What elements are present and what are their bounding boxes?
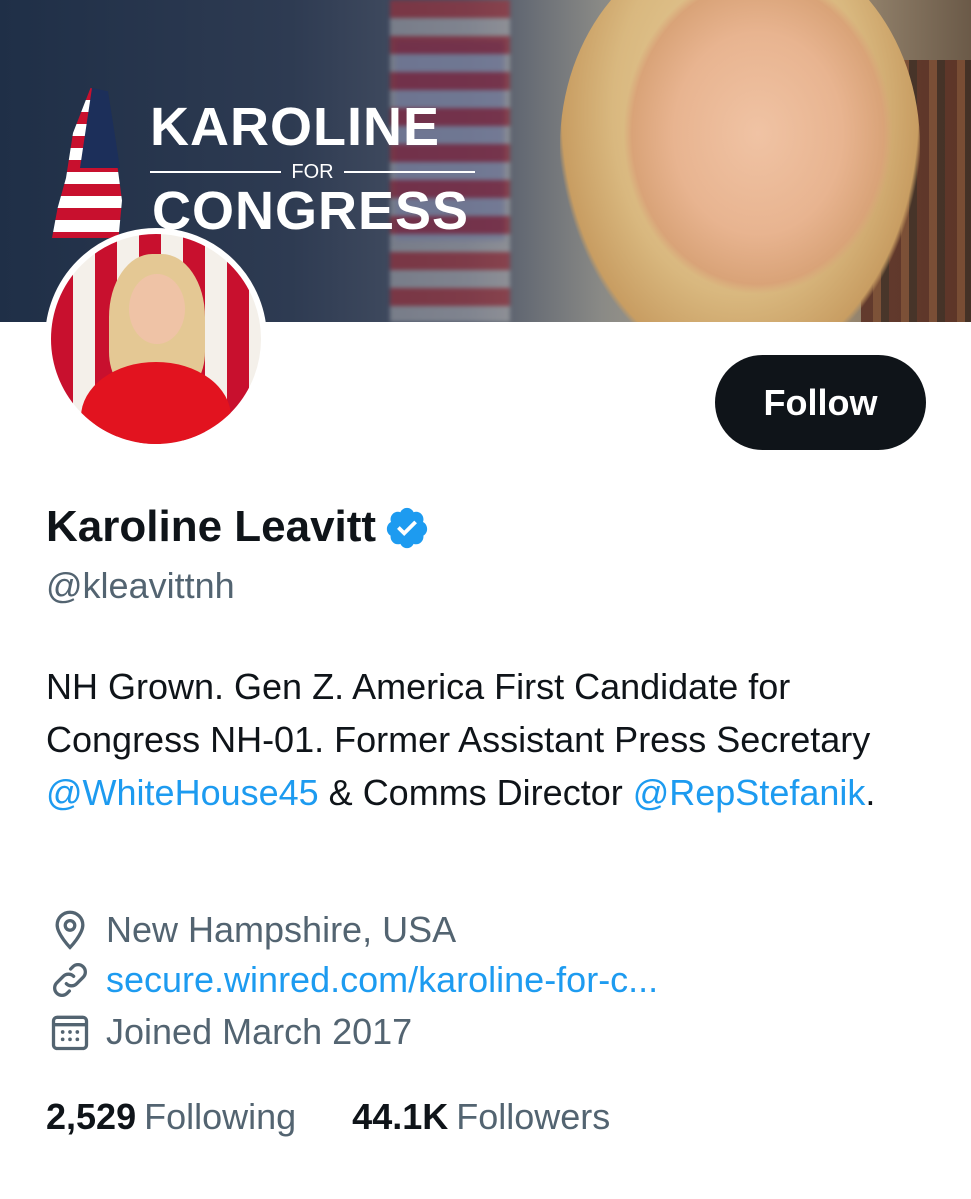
following-label: Following <box>144 1096 297 1137</box>
handle: @kleavittnh <box>46 565 235 606</box>
location-pin-icon <box>55 910 85 950</box>
link-icon <box>53 963 87 997</box>
banner-logo-name: KAROLINE <box>150 97 440 157</box>
location-row: New Hampshire, USA <box>48 908 456 952</box>
logo-rule-right <box>343 171 475 173</box>
following-stat-link[interactable]: 2,529 Following <box>46 1096 296 1138</box>
bio: NH Grown. Gen Z. America First Candidate… <box>46 660 926 819</box>
logo-rule-left <box>150 171 282 173</box>
following-count: 2,529 <box>46 1096 137 1137</box>
bio-text-2: & Comms Director <box>318 772 633 813</box>
mention-repstefanik-link[interactable]: @RepStefanik <box>633 772 866 813</box>
website-link[interactable]: secure.winred.com/karoline-for-c... <box>106 959 658 1001</box>
avatar-face <box>129 274 185 344</box>
avatar[interactable] <box>45 228 267 450</box>
bio-text-1: NH Grown. Gen Z. America First Candidate… <box>46 666 871 760</box>
mention-whitehouse45-link[interactable]: @WhiteHouse45 <box>46 772 319 813</box>
follow-button[interactable]: Follow <box>715 355 926 450</box>
calendar-icon <box>51 1015 89 1051</box>
followers-count: 44.1K <box>352 1096 449 1137</box>
verified-badge-icon[interactable] <box>384 505 430 551</box>
bio-text-3: . <box>865 772 876 813</box>
banner-portrait <box>560 0 920 322</box>
followers-label: Followers <box>456 1096 611 1137</box>
joined-row: Joined March 2017 <box>48 1010 412 1054</box>
followers-stat-link[interactable]: 44.1K Followers <box>352 1096 610 1138</box>
banner-logo-congress: CONGRESS <box>152 181 470 241</box>
location-text: New Hampshire, USA <box>106 909 457 950</box>
website-row[interactable]: secure.winred.com/karoline-for-c... <box>48 958 658 1002</box>
avatar-body <box>81 362 231 444</box>
display-name: Karoline Leavitt <box>46 502 377 551</box>
display-name-row: Karoline Leavitt <box>46 502 430 552</box>
follow-stats: 2,529 Following 44.1K Followers <box>46 1096 610 1138</box>
joined-text: Joined March 2017 <box>106 1011 413 1052</box>
